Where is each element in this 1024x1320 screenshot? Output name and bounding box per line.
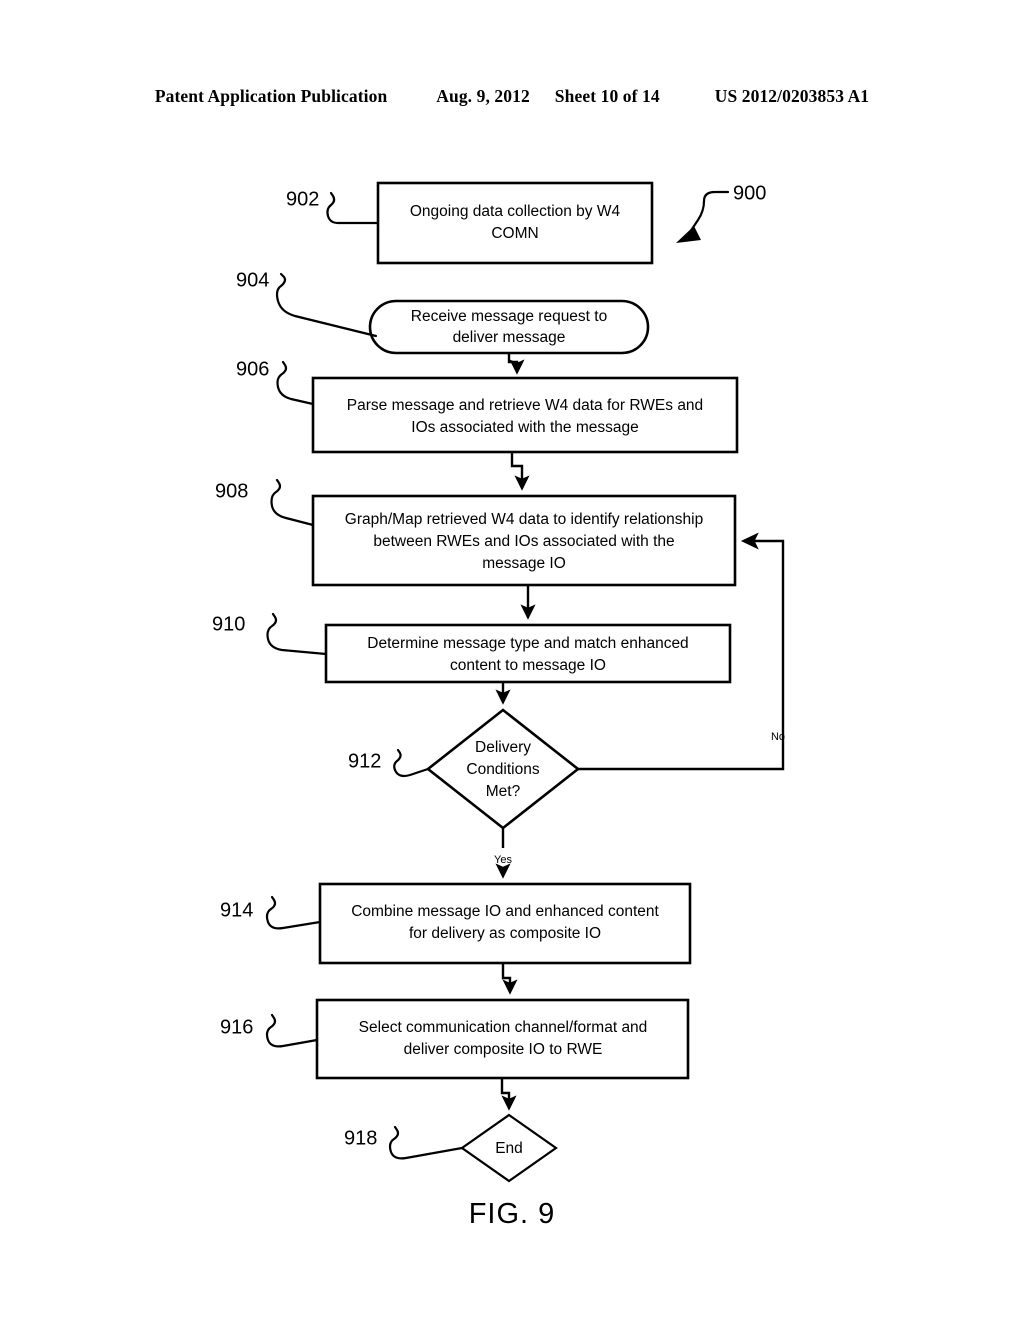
diagram-ref-900-label: 900 xyxy=(733,182,766,204)
node-914-line-1: Combine message IO and enhanced content xyxy=(351,903,659,920)
node-908-ref-label: 908 xyxy=(215,480,248,502)
node-908: Graph/Map retrieved W4 data to identify … xyxy=(311,494,737,587)
diagram-ref-900: 900 xyxy=(676,182,766,243)
node-910-line-2: content to message IO xyxy=(450,657,606,674)
node-906-line-1: Parse message and retrieve W4 data for R… xyxy=(347,397,703,414)
node-910-ref-label: 910 xyxy=(212,613,245,635)
node-904: Receive message request to deliver messa… xyxy=(368,299,650,355)
node-918-label: End xyxy=(495,1140,523,1157)
figure-caption: FIG. 9 xyxy=(468,1198,556,1230)
node-910-line-1: Determine message type and match enhance… xyxy=(367,635,688,652)
node-916: Select communication channel/format and … xyxy=(315,998,690,1080)
node-914-line-2: for delivery as composite IO xyxy=(409,925,601,942)
node-902-ref-leader: 902 xyxy=(286,188,380,225)
node-908-line-1: Graph/Map retrieved W4 data to identify … xyxy=(345,511,703,528)
node-912-line-1: Delivery xyxy=(475,739,531,756)
node-910-ref-leader: 910 xyxy=(212,612,328,656)
node-908-line-2: between RWEs and IOs associated with the xyxy=(373,533,674,550)
node-916-line-2: deliver composite IO to RWE xyxy=(404,1041,603,1058)
node-914-ref-leader: 914 xyxy=(220,895,322,930)
node-916-ref-leader: 916 xyxy=(220,1013,319,1048)
node-908-ref-leader: 908 xyxy=(215,478,315,527)
node-918-ref-leader: 918 xyxy=(344,1125,464,1160)
node-902-ref-label: 902 xyxy=(286,188,319,210)
connector-916-918 xyxy=(500,1078,517,1111)
node-910: Determine message type and match enhance… xyxy=(324,623,732,684)
node-916-line-1: Select communication channel/format and xyxy=(359,1019,648,1036)
node-904-line-1: Receive message request to xyxy=(411,308,607,325)
node-918-ref-label: 918 xyxy=(344,1127,377,1149)
node-902: Ongoing data collection by W4 COMN xyxy=(376,181,654,265)
node-906: Parse message and retrieve W4 data for R… xyxy=(311,376,739,454)
node-904-line-2: deliver message xyxy=(453,329,566,346)
node-912-ref-leader: 912 xyxy=(348,748,430,778)
node-912-line-2: Conditions xyxy=(466,761,539,778)
branch-label-no: No xyxy=(771,731,785,743)
node-912: Delivery Conditions Met? xyxy=(425,708,581,830)
flowchart-diagram: 900 Ongoing data collection by W4 COMN 9… xyxy=(212,181,785,1183)
node-912-line-3: Met? xyxy=(486,783,521,800)
node-908-line-3: message IO xyxy=(482,555,566,572)
branch-label-yes: Yes xyxy=(494,854,512,866)
connector-906-908 xyxy=(510,452,530,491)
node-916-ref-label: 916 xyxy=(220,1016,253,1038)
node-914: Combine message IO and enhanced content … xyxy=(318,882,692,965)
node-904-ref-label: 904 xyxy=(236,269,269,291)
node-918: End xyxy=(460,1113,558,1183)
node-904-ref-leader: 904 xyxy=(236,269,378,338)
node-902-line-1: Ongoing data collection by W4 xyxy=(410,203,621,220)
node-906-ref-leader: 906 xyxy=(236,358,315,406)
node-912-ref-label: 912 xyxy=(348,750,381,772)
node-906-ref-label: 906 xyxy=(236,358,269,380)
connector-904-906 xyxy=(507,353,525,375)
node-906-line-2: IOs associated with the message xyxy=(411,419,638,436)
node-902-line-2: COMN xyxy=(491,225,538,242)
node-914-ref-label: 914 xyxy=(220,899,253,921)
connector-914-916 xyxy=(501,963,518,995)
patent-drawing-page: Patent Application Publication Aug. 9, 2… xyxy=(0,0,1024,1320)
